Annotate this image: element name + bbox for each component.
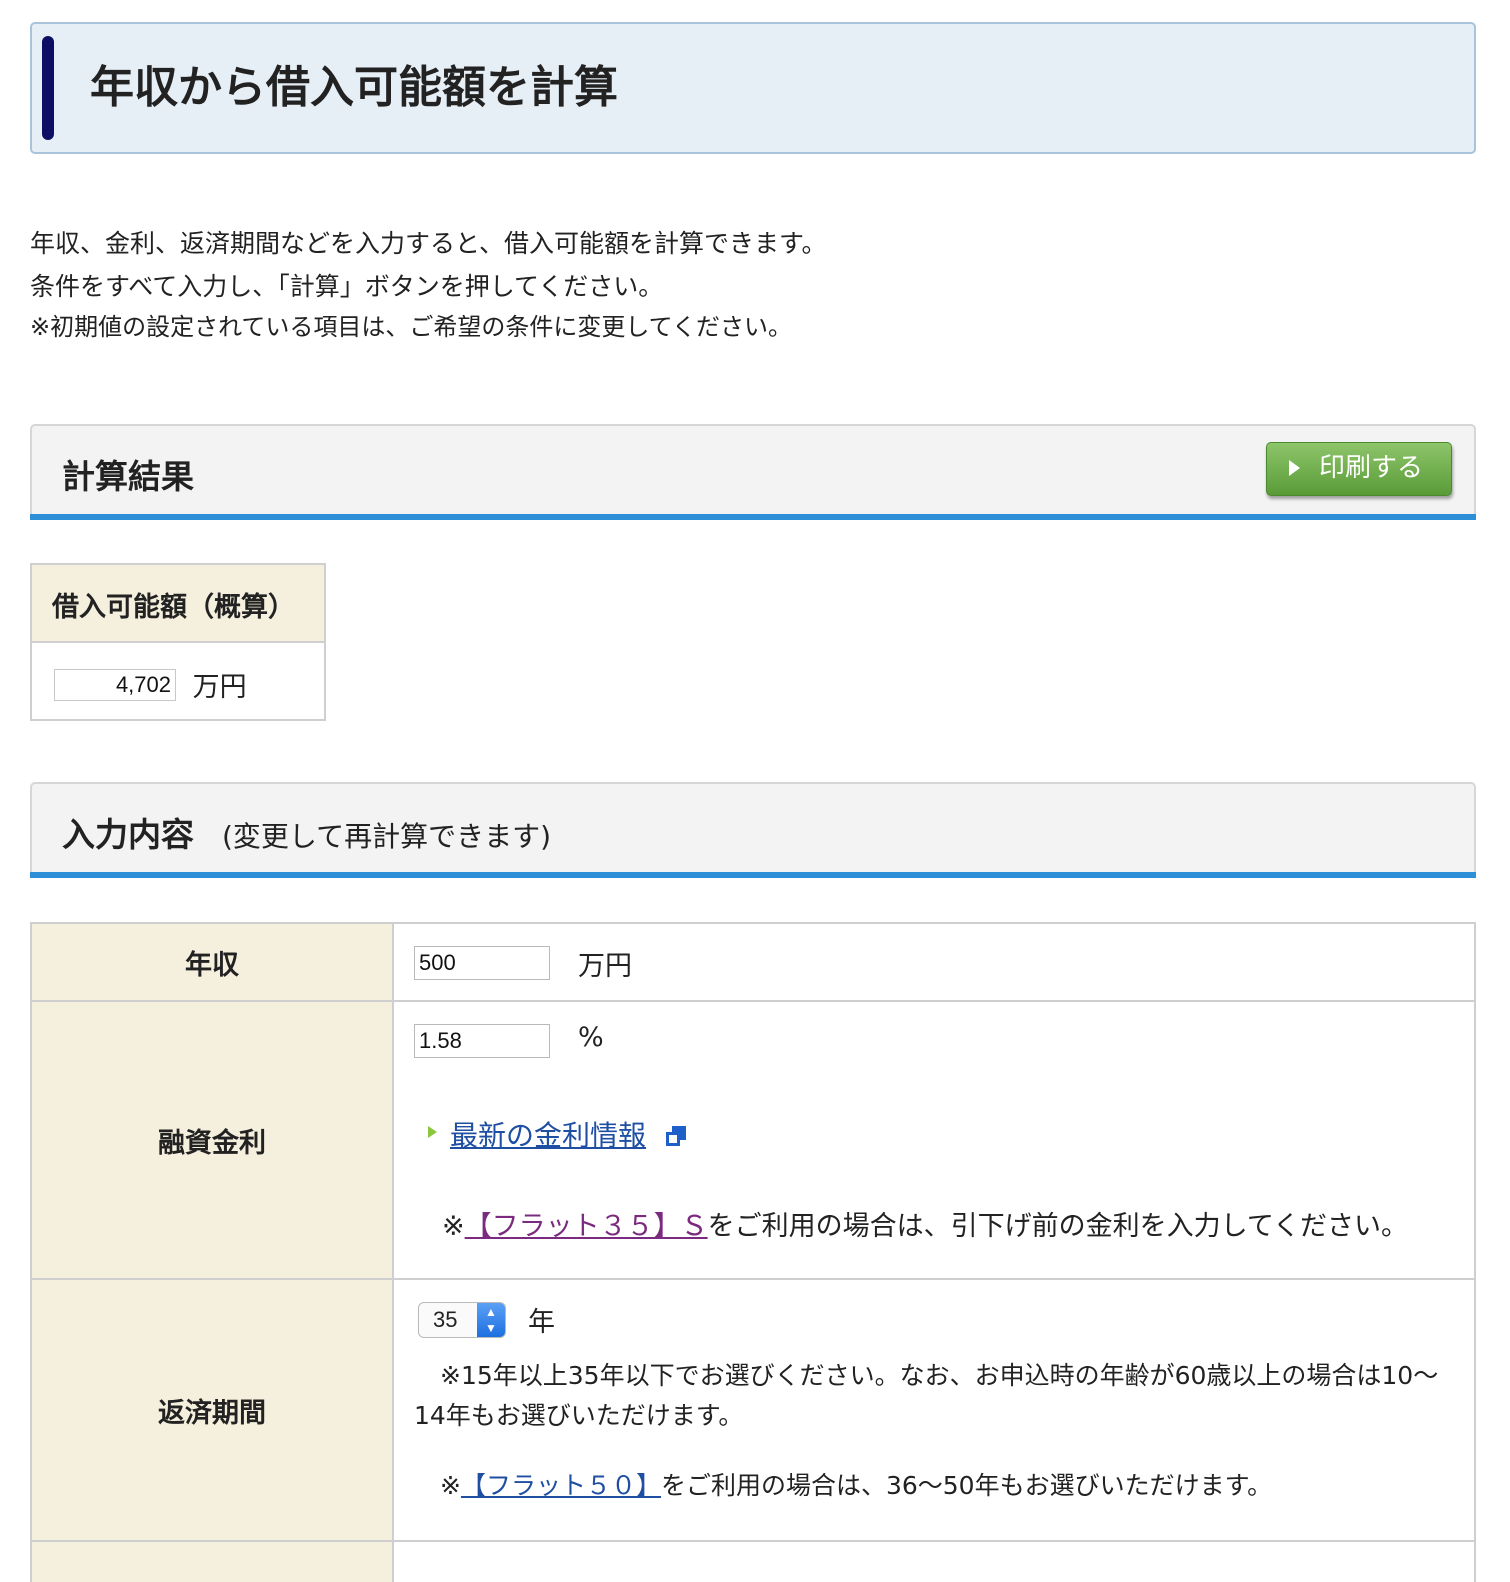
input-section-subtitle: (変更して再計算できます) xyxy=(222,820,552,853)
period-select[interactable]: 35 ▲ ▼ xyxy=(418,1302,506,1338)
next-row-label xyxy=(32,1542,394,1582)
period-note-1: ※15年以上35年以下でお選びください。なお、お申込時の年齢が60歳以上の場合は… xyxy=(414,1361,1439,1430)
table-row-period: 返済期間 35 ▲ ▼ 年 ※15年以上35年以下でお選びください。なお、お申込時… xyxy=(32,1280,1474,1542)
input-table: 年収 万円 融資金利 % 最新の金利情報 ※【フラット３５】Ｓをご利用の場合は、… xyxy=(30,922,1476,1582)
page-title: 年収から借入可能額を計算 xyxy=(90,62,618,113)
next-row-cell xyxy=(394,1542,1474,1582)
period-cell: 35 ▲ ▼ 年 ※15年以上35年以下でお選びください。なお、お申込時の年齢が6… xyxy=(394,1280,1474,1540)
period-unit: 年 xyxy=(528,1307,555,1338)
period-label: 返済期間 xyxy=(32,1280,394,1540)
rate-cell: % 最新の金利情報 ※【フラット３５】Ｓをご利用の場合は、引下げ前の金利を入力し… xyxy=(394,1002,1474,1278)
intro-note: ※初期値の設定されている項目は、ご希望の条件に変更してください。 xyxy=(30,313,792,341)
result-section-title: 計算結果 xyxy=(62,457,194,496)
flat50-link[interactable]: 【フラット５０】 xyxy=(461,1471,661,1500)
print-button[interactable]: 印刷する xyxy=(1266,442,1452,496)
flat50-note-suffix: をご利用の場合は、36〜50年もお選びいただけます。 xyxy=(660,1471,1273,1500)
loan-amount-unit: 万円 xyxy=(192,672,247,703)
table-row-income: 年収 万円 xyxy=(32,924,1474,1002)
flat50-note: ※【フラット５０】をご利用の場合は、36〜50年もお選びいただけます。 xyxy=(440,1466,1272,1502)
input-section-title-text: 入力内容 xyxy=(62,815,194,854)
flat35s-note-prefix: ※ xyxy=(442,1211,465,1242)
result-section-header: 計算結果 印刷する xyxy=(30,424,1476,520)
intro-text: 年収、金利、返済期間などを入力すると、借入可能額を計算できます。 条件をすべて入… xyxy=(30,222,827,346)
loan-amount-output[interactable] xyxy=(54,668,176,701)
income-cell: 万円 xyxy=(394,924,1474,1000)
rate-label: 融資金利 xyxy=(32,1002,394,1278)
intro-line-1: 年収、金利、返済期間などを入力すると、借入可能額を計算できます。 xyxy=(30,229,827,258)
table-row-next xyxy=(32,1542,1474,1582)
rate-unit: % xyxy=(578,1022,604,1053)
input-section-title: 入力内容 (変更して再計算できます) xyxy=(62,808,551,856)
external-window-icon xyxy=(666,1126,686,1146)
income-unit: 万円 xyxy=(578,951,632,982)
result-box: 借入可能額（概算） 万円 xyxy=(30,563,326,721)
play-triangle-icon xyxy=(1289,460,1300,476)
rate-input[interactable] xyxy=(414,1024,550,1058)
flat50-note-prefix: ※ xyxy=(440,1471,461,1500)
page-title-panel: 年収から借入可能額を計算 xyxy=(30,22,1476,154)
flat35s-link[interactable]: 【フラット３５】Ｓ xyxy=(465,1211,708,1242)
triangle-bullet-icon xyxy=(428,1126,437,1138)
input-section-header: 入力内容 (変更して再計算できます) xyxy=(30,782,1476,878)
period-select-value: 35 xyxy=(433,1307,458,1332)
income-label: 年収 xyxy=(32,924,394,1000)
chevron-up-down-icon: ▲ ▼ xyxy=(477,1303,505,1337)
table-row-rate: 融資金利 % 最新の金利情報 ※【フラット３５】Ｓをご利用の場合は、引下げ前の金… xyxy=(32,1002,1474,1280)
intro-line-2: 条件をすべて入力し、「計算」ボタンを押してください。 xyxy=(30,272,664,301)
result-box-body: 万円 xyxy=(32,643,324,704)
income-input[interactable] xyxy=(414,946,550,980)
latest-rate-link[interactable]: 最新の金利情報 xyxy=(450,1114,646,1154)
flat35s-note: ※【フラット３５】Ｓをご利用の場合は、引下げ前の金利を入力してください。 xyxy=(442,1204,1408,1243)
print-button-label: 印刷する xyxy=(1319,453,1424,483)
result-box-header: 借入可能額（概算） xyxy=(32,565,324,643)
flat35s-note-suffix: をご利用の場合は、引下げ前の金利を入力してください。 xyxy=(707,1211,1409,1242)
title-marker-bar xyxy=(42,36,54,140)
